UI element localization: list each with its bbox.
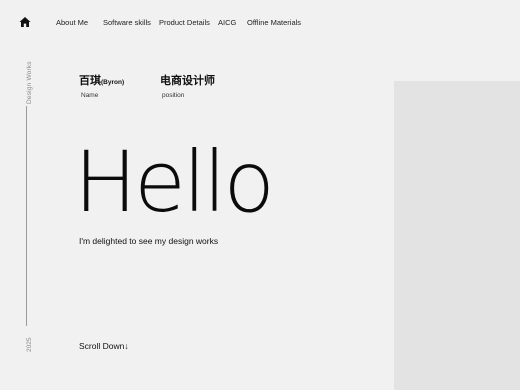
preview-panel [394, 81, 520, 390]
nav-software-skills[interactable]: Software skills [103, 18, 151, 27]
sidebar-divider [26, 106, 27, 326]
home-icon[interactable] [19, 16, 31, 28]
nav-offline-materials[interactable]: Offline Materials [247, 18, 301, 27]
name-text: 百琪 [79, 75, 101, 87]
nav-aicg[interactable]: AICG [218, 18, 236, 27]
name-value: 百琪(Byron) [79, 72, 124, 88]
position-value: 电商设计师 [160, 75, 215, 87]
position-label: position [162, 92, 185, 99]
hero-title: Hello [74, 133, 275, 231]
nav-product-details[interactable]: Product Details [159, 18, 210, 27]
top-nav: About Me Software skills Product Details… [0, 0, 520, 44]
hero-tagline: I'm delighted to see my design works [79, 236, 219, 246]
name-suffix: (Byron) [101, 79, 125, 86]
name-label: Name [81, 92, 99, 99]
sidebar-label: Design Works [26, 61, 33, 104]
name-field: 百琪(Byron) Name [79, 72, 124, 99]
sidebar-year: 2025 [26, 337, 33, 352]
scroll-down-link[interactable]: Scroll Down↓ [79, 341, 129, 351]
position-field: 电商设计师 position [160, 72, 215, 99]
nav-about-me[interactable]: About Me [56, 18, 88, 27]
